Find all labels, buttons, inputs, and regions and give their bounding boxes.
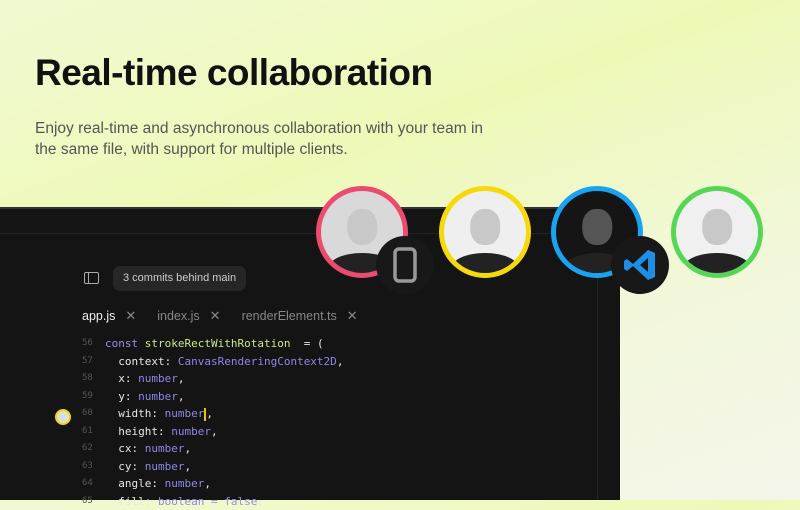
code-token: number [165,477,205,490]
page-subtitle: Enjoy real-time and asynchronous collabo… [35,118,495,160]
close-icon[interactable]: ✕ [125,308,136,324]
collaborator-avatar[interactable] [439,186,531,278]
line-number: 64 [82,475,93,493]
code-token: number [165,407,205,420]
code-token: = ( [290,337,323,350]
avatar-face [702,209,732,245]
code-text: width: number, [105,405,213,423]
collaborator-avatar[interactable] [671,186,763,278]
line-number: 59 [82,388,93,406]
avatar-face [582,209,612,245]
code-text: height: number, [105,423,218,441]
avatar-body [684,253,750,279]
code-token: , [257,495,264,508]
code-text: angle: number, [105,475,211,493]
code-text: x: number, [105,370,185,388]
code-text: const strokeRectWithRotation = ( [105,335,324,353]
line-number: 56 [82,335,93,353]
code-token: , [211,425,218,438]
code-token: boolean [158,495,204,508]
code-text: cx: number, [105,440,191,458]
line-number: 63 [82,458,93,476]
line-number: 65 [82,493,93,510]
line-number: 62 [82,440,93,458]
tab-app-js[interactable]: app.js ✕ [82,308,136,324]
code-token: number [145,442,185,455]
code-token: , [178,372,185,385]
code-token: cy: [105,460,145,473]
page-title: Real-time collaboration [35,52,433,94]
tab-label: index.js [157,309,199,323]
code-token: CanvasRenderingContext2D [178,355,337,368]
code-token: height: [105,425,171,438]
code-token: angle: [105,477,165,490]
code-token: = false [204,495,257,508]
line-number: 61 [82,423,93,441]
code-token: number [145,460,185,473]
code-token: fill: [105,495,158,508]
code-token: number [138,390,178,403]
code-text: fill: boolean = false, [105,493,264,510]
line-number: 58 [82,370,93,388]
code-token: , [206,407,213,420]
code-token: width: [105,407,165,420]
code-token: , [204,477,211,490]
code-token: y: [105,390,138,403]
tab-renderElement-ts[interactable]: renderElement.ts ✕ [242,308,358,324]
code-token: , [185,460,192,473]
code-token: , [185,442,192,455]
avatar-face [347,209,377,245]
tab-index-js[interactable]: index.js ✕ [157,308,220,324]
code-token: strokeRectWithRotation [145,337,291,350]
tab-label: app.js [82,309,115,323]
vscode-icon [611,236,669,294]
code-token: , [337,355,344,368]
code-text: cy: number, [105,458,191,476]
code-token: x: [105,372,138,385]
status-badge[interactable]: 3 commits behind main [113,266,246,291]
code-token: number [171,425,211,438]
code-token: context: [105,355,178,368]
avatar-face [470,209,500,245]
sidebar-toggle-icon[interactable] [84,272,99,284]
tab-label: renderElement.ts [242,309,337,323]
line-number: 60 [82,405,93,423]
code-text: context: CanvasRenderingContext2D, [105,353,343,371]
code-editor: 3 commits behind main app.js✕index.js✕re… [0,207,620,500]
code-token: , [178,390,185,403]
code-text: y: number, [105,388,185,406]
collaborator-avatar-mini [55,409,71,425]
line-number: 57 [82,353,93,371]
code-token: cx: [105,442,145,455]
tab-bar: app.js ✕ index.js ✕ renderElement.ts ✕ [82,308,379,324]
close-icon[interactable]: ✕ [210,308,221,324]
code-token: const [105,337,145,350]
close-icon[interactable]: ✕ [347,308,358,324]
phone-icon [376,236,434,294]
code-token: number [138,372,178,385]
